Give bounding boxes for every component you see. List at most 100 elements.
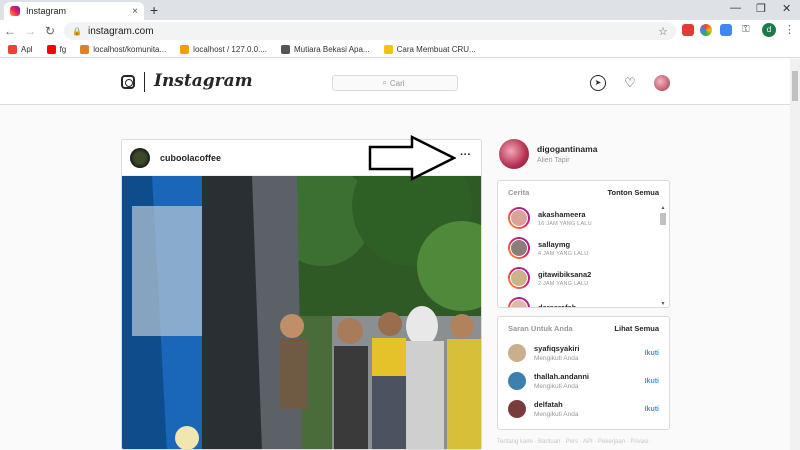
tab-title: Instagram bbox=[26, 6, 67, 16]
bookmark-item[interactable]: localhost/komunita... bbox=[80, 45, 166, 54]
story-time: 2 JAM YANG LALU bbox=[538, 280, 589, 287]
lock-icon: 🔒 bbox=[72, 26, 82, 36]
extension-icon[interactable] bbox=[682, 24, 694, 36]
instagram-camera-icon[interactable] bbox=[121, 75, 135, 89]
more-options-icon[interactable]: ··· bbox=[460, 149, 471, 161]
suggestion-item: thallah.andanni Mengikuti Anda Ikuti bbox=[498, 367, 669, 395]
bookmark-label: localhost/komunita... bbox=[93, 45, 167, 54]
story-avatar[interactable] bbox=[508, 297, 530, 307]
search-placeholder: Cari bbox=[389, 78, 405, 88]
current-fullname: Alien Tapir bbox=[537, 157, 570, 164]
watch-all-link[interactable]: Tonton Semua bbox=[607, 188, 659, 197]
suggestion-subtitle: Mengikuti Anda bbox=[534, 355, 579, 362]
bookmark-star-icon[interactable]: ☆ bbox=[658, 25, 668, 38]
story-item[interactable]: gitawibiksana2 2 JAM YANG LALU bbox=[498, 263, 669, 293]
story-avatar[interactable] bbox=[508, 267, 530, 289]
search-input[interactable]: ⌕ Cari bbox=[332, 75, 458, 91]
story-username: daraarafah bbox=[538, 302, 577, 308]
follow-button[interactable]: Ikuti bbox=[645, 406, 659, 413]
profile-avatar[interactable]: d bbox=[762, 23, 776, 37]
bookmark-favicon-icon bbox=[80, 45, 90, 54]
close-window-icon[interactable]: ✕ bbox=[782, 2, 791, 15]
story-time: 4 JAM YANG LALU bbox=[538, 250, 589, 257]
bookmark-favicon-icon bbox=[180, 45, 190, 54]
story-item[interactable]: akashameera 16 JAM YANG LALU bbox=[498, 203, 669, 233]
bookmark-item[interactable]: localhost / 127.0.0.... bbox=[180, 45, 267, 54]
story-username: akashameera bbox=[538, 209, 586, 219]
current-user: digogantinama Alien Tapir bbox=[499, 139, 597, 169]
footer-links[interactable]: Tentang kami · Bantuan · Pers · API · Pe… bbox=[497, 439, 652, 445]
bookmark-label: fg bbox=[59, 45, 67, 54]
eyedropper-extension-icon[interactable] bbox=[720, 24, 732, 36]
suggestion-username[interactable]: syafiqsyakiri bbox=[534, 344, 645, 353]
current-user-avatar[interactable] bbox=[499, 139, 529, 169]
instagram-header: Instagram ⌕ Cari ➤ ♡ bbox=[0, 59, 790, 105]
bookmark-favicon-icon bbox=[46, 45, 56, 54]
post-photo[interactable] bbox=[122, 176, 482, 450]
suggestions-title: Saran Untuk Anda bbox=[508, 323, 573, 333]
restore-icon[interactable]: ❐ bbox=[756, 2, 766, 15]
minimize-icon[interactable]: — bbox=[730, 2, 741, 14]
stories-panel: Cerita Tonton Semua akashameera 16 JAM YA… bbox=[497, 180, 670, 308]
story-time: 16 JAM YANG LALU bbox=[538, 220, 592, 227]
suggestion-subtitle: Mengikuti Anda bbox=[534, 411, 579, 418]
key-icon[interactable]: ⚿ bbox=[742, 24, 754, 36]
bookmark-favicon-icon bbox=[383, 45, 393, 54]
bookmark-label: localhost / 127.0.0.... bbox=[193, 45, 267, 54]
color-extension-icon[interactable] bbox=[700, 24, 712, 36]
bookmark-label: Mutiara Bekasi Apa... bbox=[294, 45, 370, 54]
story-item[interactable]: sallaymg 4 JAM YANG LALU bbox=[498, 233, 669, 263]
back-icon[interactable]: ← bbox=[0, 24, 20, 38]
activity-heart-icon[interactable]: ♡ bbox=[622, 75, 638, 91]
see-all-link[interactable]: Lihat Semua bbox=[614, 324, 659, 333]
suggestion-avatar[interactable] bbox=[508, 372, 526, 390]
story-avatar[interactable] bbox=[508, 207, 530, 229]
story-item[interactable]: daraarafah bbox=[498, 293, 669, 308]
instagram-wordmark[interactable]: Instagram bbox=[154, 71, 253, 91]
new-tab-button[interactable]: + bbox=[150, 2, 158, 18]
bookmarks-bar: Apl fg localhost/komunita... localhost / 12… bbox=[0, 42, 800, 58]
story-username: gitawibiksana2 bbox=[538, 269, 592, 279]
follow-button[interactable]: Ikuti bbox=[645, 350, 659, 357]
bookmark-item[interactable]: Cara Membuat CRU... bbox=[383, 45, 476, 54]
search-icon: ⌕ bbox=[382, 78, 387, 87]
page-scrollbar[interactable] bbox=[790, 59, 800, 450]
suggestion-item: delfatah Mengikuti Anda Ikuti bbox=[498, 395, 669, 423]
post-author-avatar[interactable] bbox=[130, 147, 150, 168]
suggestion-avatar[interactable] bbox=[508, 400, 526, 418]
bookmark-item[interactable]: fg bbox=[46, 45, 67, 54]
browser-tabstrip: Instagram × + — ❐ ✕ bbox=[0, 0, 800, 20]
apps-grid-icon bbox=[8, 45, 17, 54]
current-username[interactable]: digogantinama bbox=[537, 144, 597, 154]
url-text: instagram.com bbox=[87, 25, 154, 37]
follow-button[interactable]: Ikuti bbox=[645, 378, 659, 385]
suggestion-username[interactable]: thallah.andanni bbox=[534, 372, 645, 381]
story-avatar[interactable] bbox=[508, 237, 530, 259]
profile-avatar-icon[interactable] bbox=[654, 75, 670, 91]
explore-compass-icon[interactable]: ➤ bbox=[590, 75, 606, 91]
suggestion-item: syafiqsyakiri Mengikuti Anda Ikuti bbox=[498, 339, 669, 367]
reload-icon[interactable]: ↻ bbox=[40, 24, 60, 38]
address-bar[interactable]: 🔒 instagram.com ☆ bbox=[64, 22, 676, 40]
suggestion-avatar[interactable] bbox=[508, 344, 526, 362]
browser-tab[interactable]: Instagram × bbox=[4, 2, 144, 20]
bookmark-item[interactable]: Apl bbox=[8, 45, 33, 54]
stories-title: Cerita bbox=[508, 187, 530, 197]
bookmark-favicon-icon bbox=[281, 45, 290, 54]
annotation-arrow-icon bbox=[368, 135, 456, 181]
browser-toolbar: ← → ↻ 🔒 instagram.com ☆ ⚿ d ⋮ bbox=[0, 20, 800, 42]
forward-icon[interactable]: → bbox=[20, 24, 40, 38]
browser-menu-icon[interactable]: ⋮ bbox=[784, 23, 795, 36]
suggestions-panel: Saran Untuk Anda Lihat Semua syafiqsyaki… bbox=[497, 316, 670, 430]
close-tab-icon[interactable]: × bbox=[132, 6, 138, 17]
bookmark-label: Apl bbox=[21, 45, 33, 54]
logo-divider bbox=[144, 72, 145, 92]
story-username: sallaymg bbox=[538, 239, 571, 249]
suggestion-username[interactable]: delfatah bbox=[534, 400, 645, 409]
bookmark-item[interactable]: Mutiara Bekasi Apa... bbox=[281, 45, 370, 54]
suggestion-subtitle: Mengikuti Anda bbox=[534, 383, 579, 390]
feed-post: cuboolacoffee ··· bbox=[121, 139, 482, 450]
stories-scrollbar[interactable]: ▲ ▼ bbox=[659, 205, 667, 307]
post-username[interactable]: cuboolacoffee bbox=[160, 153, 221, 163]
instagram-favicon-icon bbox=[10, 6, 20, 16]
